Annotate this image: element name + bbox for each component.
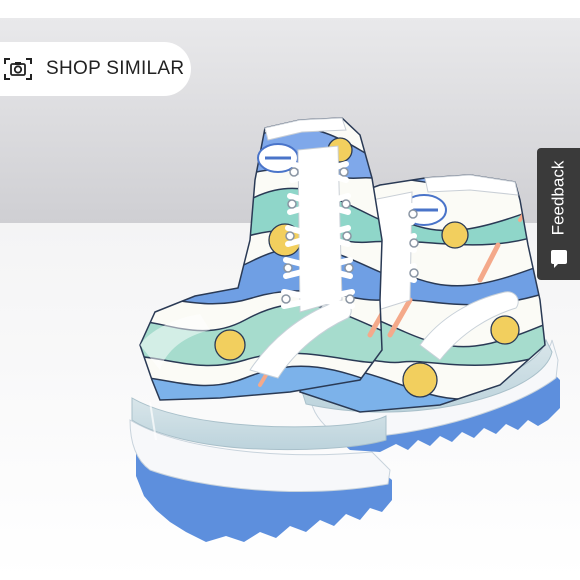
feedback-tab[interactable]: Feedback <box>537 148 580 280</box>
product-image <box>0 18 580 580</box>
shop-similar-button[interactable]: SHOP SIMILAR <box>0 42 191 96</box>
product-photo-viewer: SHOP SIMILAR Feedback <box>0 0 580 580</box>
feedback-label: Feedback <box>548 160 568 236</box>
camera-scan-icon <box>0 51 36 87</box>
shop-similar-label: SHOP SIMILAR <box>46 58 185 79</box>
feedback-icon <box>551 250 567 268</box>
top-strip <box>0 0 580 18</box>
